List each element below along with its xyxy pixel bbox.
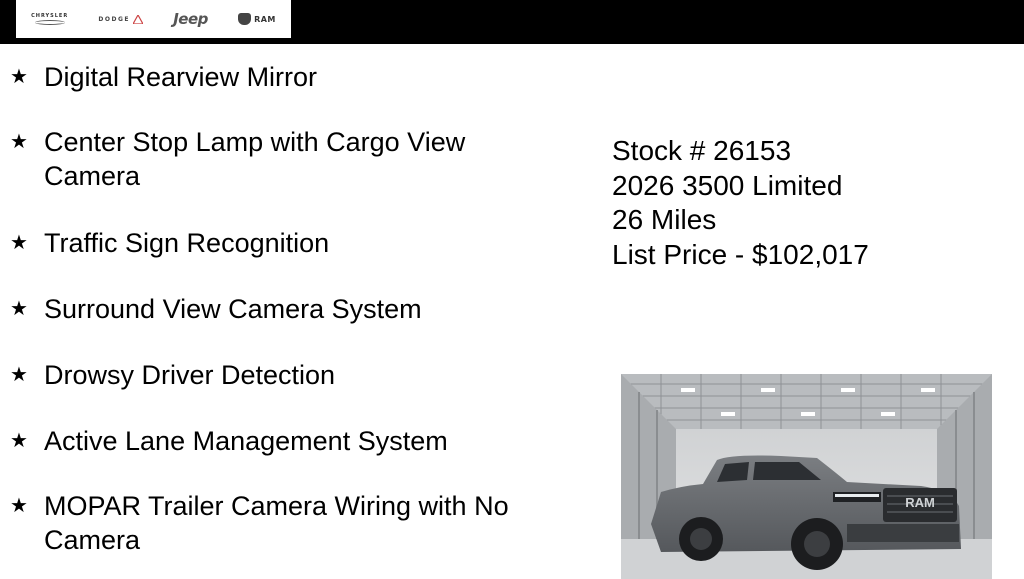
chrysler-logo: CHRYSLER bbox=[31, 13, 68, 25]
feature-text: Active Lane Management System bbox=[44, 426, 448, 456]
truck-in-showroom-image: RAM bbox=[621, 374, 992, 579]
brand-logo-strip: CHRYSLER DODGE Jeep RAM bbox=[16, 0, 291, 38]
header-bar: CHRYSLER DODGE Jeep RAM bbox=[0, 0, 1024, 44]
ram-logo: RAM bbox=[238, 13, 276, 25]
feature-text: Surround View Camera System bbox=[44, 294, 422, 324]
stock-number: Stock # 26153 bbox=[612, 135, 792, 166]
chrysler-logo-text: CHRYSLER bbox=[31, 13, 69, 19]
star-icon: ★ bbox=[10, 232, 28, 254]
star-icon: ★ bbox=[10, 66, 28, 88]
grille-badge-text: RAM bbox=[905, 495, 935, 510]
chrysler-wing-icon bbox=[34, 20, 65, 25]
star-icon: ★ bbox=[10, 430, 28, 452]
feature-text: Digital Rearview Mirror bbox=[44, 62, 318, 92]
star-icon: ★ bbox=[10, 364, 28, 386]
ram-head-icon bbox=[238, 13, 252, 25]
dodge-stripes-icon bbox=[133, 14, 143, 24]
star-icon: ★ bbox=[10, 298, 28, 320]
star-icon: ★ bbox=[10, 495, 28, 517]
dodge-logo-text: DODGE bbox=[98, 15, 130, 23]
feature-text: Center Stop Lamp with Cargo View Camera bbox=[44, 127, 466, 191]
vehicle-miles: 26 Miles bbox=[612, 204, 717, 235]
feature-text: Drowsy Driver Detection bbox=[44, 360, 336, 390]
jeep-logo: Jeep bbox=[173, 10, 208, 28]
feature-text: MOPAR Trailer Camera Wiring with No Came… bbox=[44, 491, 509, 555]
vehicle-photo: RAM bbox=[621, 374, 992, 579]
feature-text: Traffic Sign Recognition bbox=[44, 228, 330, 258]
ram-logo-text: RAM bbox=[254, 14, 276, 24]
list-price: List Price - $102,017 bbox=[612, 238, 869, 270]
vehicle-model: 2026 3500 Limited bbox=[612, 169, 843, 201]
vehicle-info: Stock # 26153 2026 3500 Limited 26 Miles… bbox=[612, 134, 869, 272]
jeep-logo-text: Jeep bbox=[173, 10, 208, 28]
star-icon: ★ bbox=[10, 131, 28, 153]
dodge-logo: DODGE bbox=[98, 14, 143, 24]
